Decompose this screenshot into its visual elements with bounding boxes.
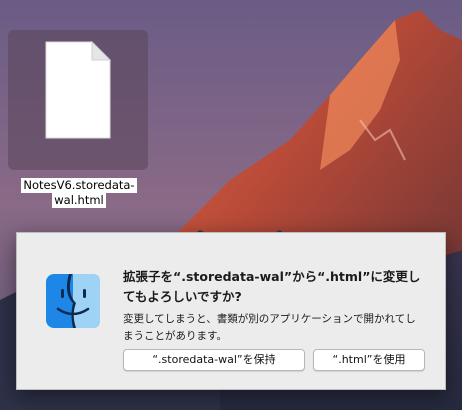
file-name-line1: NotesV6.storedata-: [21, 178, 137, 193]
document-icon: [45, 40, 112, 139]
file-name-line2: wal.html: [52, 193, 106, 208]
file-icon-selected[interactable]: [8, 30, 148, 170]
file-name-label[interactable]: NotesV6.storedata- wal.html: [18, 178, 140, 208]
dialog-message: 変更してしまうと、書類が別のアプリケーションで開かれてしまうことがあります。: [123, 313, 416, 342]
keep-extension-button[interactable]: “.storedata-wal”を保持: [123, 349, 305, 371]
dialog-title: 拡張子を“.storedata-wal”から“.html”に変更してもよろしいで…: [123, 269, 421, 304]
rename-extension-dialog: 拡張子を“.storedata-wal”から“.html”に変更してもよろしいで…: [16, 232, 446, 390]
finder-icon: [46, 274, 100, 328]
use-html-button[interactable]: “.html”を使用: [313, 349, 425, 371]
